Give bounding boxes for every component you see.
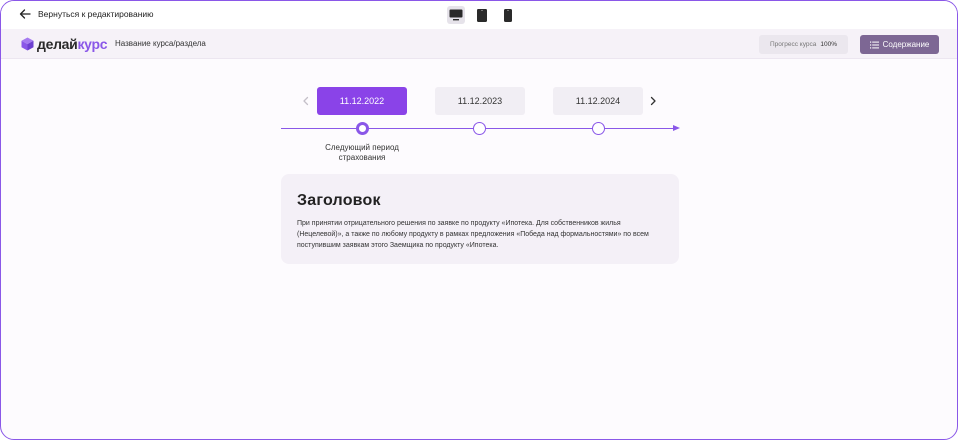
timeline-arrowhead-icon (673, 125, 680, 131)
phone-icon (504, 8, 512, 22)
timeline-date-2024[interactable]: 11.12.2024 (553, 87, 643, 115)
app-window: Вернуться к редактированию делайкурс Наз… (0, 0, 958, 440)
progress-value: 100% (820, 41, 837, 48)
contents-label: Содержание (882, 40, 930, 49)
device-phone-button[interactable] (499, 6, 517, 24)
timeline-point-2024[interactable] (592, 122, 605, 135)
back-label: Вернуться к редактированию (38, 9, 154, 19)
cube-logo-icon (21, 37, 34, 51)
timeline-point-2023[interactable] (473, 122, 486, 135)
logo-wordmark: делайкурс (37, 36, 108, 52)
device-switcher (447, 6, 517, 24)
progress-label: Прогресс курса (769, 41, 817, 48)
desktop-icon (449, 9, 463, 21)
timeline-prev-arrow-icon[interactable] (301, 96, 311, 106)
timeline-point-2022[interactable] (356, 122, 369, 135)
contents-button[interactable]: Содержание (860, 35, 939, 54)
logo-word-part1: делай (37, 36, 78, 52)
course-title: Название курса/раздела (115, 39, 206, 48)
course-progress-badge: Прогресс курса 100% (759, 35, 848, 54)
course-header: делайкурс Название курса/раздела Прогрес… (1, 29, 957, 59)
logo-word-part2: курс (77, 36, 108, 52)
timeline-date-2022[interactable]: 11.12.2022 (317, 87, 407, 115)
content-card: Заголовок При принятии отрицательного ре… (281, 174, 679, 264)
card-title: Заголовок (297, 192, 381, 209)
arrow-left-icon (19, 9, 31, 19)
tablet-icon (477, 8, 487, 22)
timeline-period-label: Следующий период страхования (325, 143, 399, 162)
top-bar: Вернуться к редактированию (1, 1, 957, 29)
logo: делайкурс (21, 36, 108, 52)
timeline-date-2023[interactable]: 11.12.2023 (435, 87, 525, 115)
device-tablet-button[interactable] (473, 6, 491, 24)
list-icon (869, 41, 879, 48)
timeline-next-arrow-icon[interactable] (648, 96, 658, 106)
device-desktop-button[interactable] (447, 6, 465, 24)
back-to-editing-link[interactable]: Вернуться к редактированию (19, 8, 154, 20)
card-text: При принятии отрицательного решения по з… (297, 220, 649, 249)
